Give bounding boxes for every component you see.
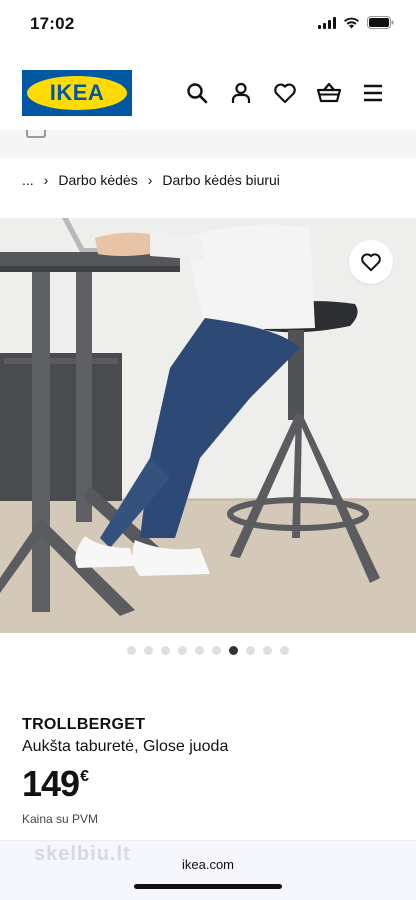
wifi-icon [344, 17, 359, 28]
price-note: Kaina su PVM [22, 812, 99, 826]
basket-icon[interactable] [316, 80, 342, 106]
chevron-right-icon: › [147, 172, 153, 188]
cellular-signal-icon [318, 16, 336, 29]
carousel-dot[interactable] [246, 646, 255, 655]
truck-icon [26, 130, 46, 138]
battery-icon [367, 16, 394, 29]
price-currency: € [80, 768, 89, 785]
logo-text: IKEA [49, 80, 105, 105]
breadcrumb-ellipsis[interactable]: ... [22, 172, 34, 188]
product-photo-illustration [0, 218, 416, 633]
ikea-logo[interactable]: IKEA [22, 70, 132, 116]
menu-icon[interactable] [360, 80, 386, 106]
carousel-dot[interactable] [178, 646, 187, 655]
carousel-dot[interactable] [161, 646, 170, 655]
url-text[interactable]: ikea.com [0, 857, 416, 872]
carousel-dot[interactable] [144, 646, 153, 655]
header-icons [184, 80, 386, 106]
home-indicator[interactable] [134, 884, 282, 889]
status-icons [318, 16, 394, 29]
carousel-dot[interactable] [263, 646, 272, 655]
carousel-dot[interactable] [195, 646, 204, 655]
carousel-indicator [0, 646, 416, 655]
breadcrumb-item-darbo-kedes[interactable]: Darbo kėdės [58, 172, 137, 188]
price-integer: 149 [22, 763, 80, 804]
carousel-dot[interactable] [229, 646, 238, 655]
site-header: IKEA [0, 60, 416, 130]
add-to-favourites-button[interactable] [349, 240, 393, 284]
breadcrumb-item-darbo-kedes-biurui[interactable]: Darbo kėdės biurui [162, 172, 280, 188]
product-price: 149 € [22, 764, 89, 804]
heart-icon[interactable] [272, 80, 298, 106]
search-icon[interactable] [184, 80, 210, 106]
carousel-dot[interactable] [212, 646, 221, 655]
product-name: TROLLBERGET [22, 716, 146, 733]
product-image[interactable] [0, 218, 416, 633]
carousel-dot[interactable] [127, 646, 136, 655]
heart-icon [361, 253, 381, 272]
breadcrumb: ... › Darbo kėdės › Darbo kėdės biurui [22, 172, 280, 188]
browser-url-bar[interactable]: skelbiu.lt ikea.com [0, 840, 416, 900]
logo-oval: IKEA [27, 76, 127, 110]
status-bar: 17:02 [0, 0, 416, 50]
scrolled-banner-strip [0, 130, 416, 158]
chevron-right-icon: › [43, 172, 49, 188]
profile-icon[interactable] [228, 80, 254, 106]
status-time: 17:02 [30, 14, 75, 33]
carousel-dot[interactable] [280, 646, 289, 655]
product-description: Aukšta taburetė, Glose juoda [22, 738, 229, 755]
